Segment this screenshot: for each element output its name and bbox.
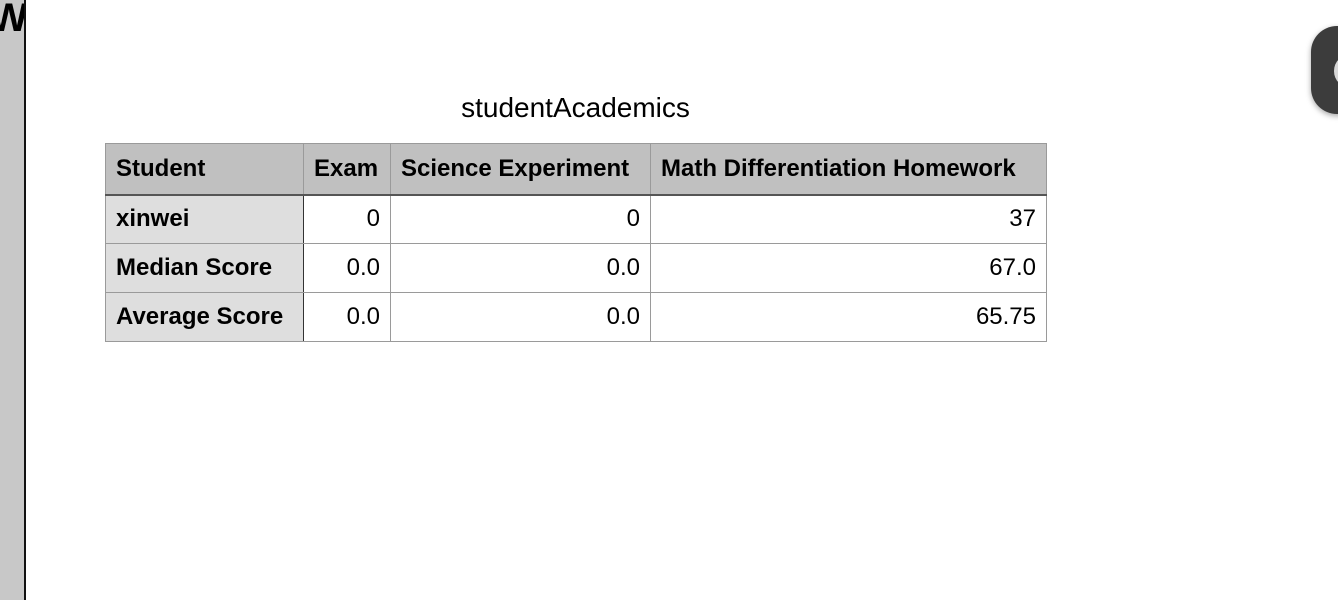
table-row: Median Score 0.0 0.0 67.0 xyxy=(105,243,1047,293)
row-header[interactable]: Average Score xyxy=(105,292,304,342)
sidebar-letter: W xyxy=(0,0,24,38)
column-header-math-differentiation-homework[interactable]: Math Differentiation Homework xyxy=(650,143,1047,196)
table-row: xinwei 0 0 37 xyxy=(105,194,1047,244)
table-cell[interactable]: 37 xyxy=(650,194,1047,244)
table-cell[interactable]: 0.0 xyxy=(390,243,651,293)
column-header-exam[interactable]: Exam xyxy=(303,143,391,196)
table-cell[interactable]: 67.0 xyxy=(650,243,1047,293)
row-header[interactable]: xinwei xyxy=(105,194,304,244)
table-title: studentAcademics xyxy=(461,92,690,123)
table-cell[interactable]: 0.0 xyxy=(303,292,391,342)
row-header[interactable]: Median Score xyxy=(105,243,304,293)
table-row: Average Score 0.0 0.0 65.75 xyxy=(105,292,1047,342)
table-cell[interactable]: 0 xyxy=(390,194,651,244)
left-sidebar-edge: W xyxy=(0,0,26,600)
scores-table: Student Exam Science Experiment Math Dif… xyxy=(105,143,1047,342)
table-cell[interactable]: 0 xyxy=(303,194,391,244)
column-header-science-experiment[interactable]: Science Experiment xyxy=(390,143,651,196)
header-row: Student Exam Science Experiment Math Dif… xyxy=(105,143,1047,196)
table-cell[interactable]: 65.75 xyxy=(650,292,1047,342)
floating-action-button[interactable] xyxy=(1311,26,1338,114)
table-cell[interactable]: 0.0 xyxy=(390,292,651,342)
circle-icon xyxy=(1334,54,1338,88)
column-header-student[interactable]: Student xyxy=(105,143,304,196)
table-cell[interactable]: 0.0 xyxy=(303,243,391,293)
